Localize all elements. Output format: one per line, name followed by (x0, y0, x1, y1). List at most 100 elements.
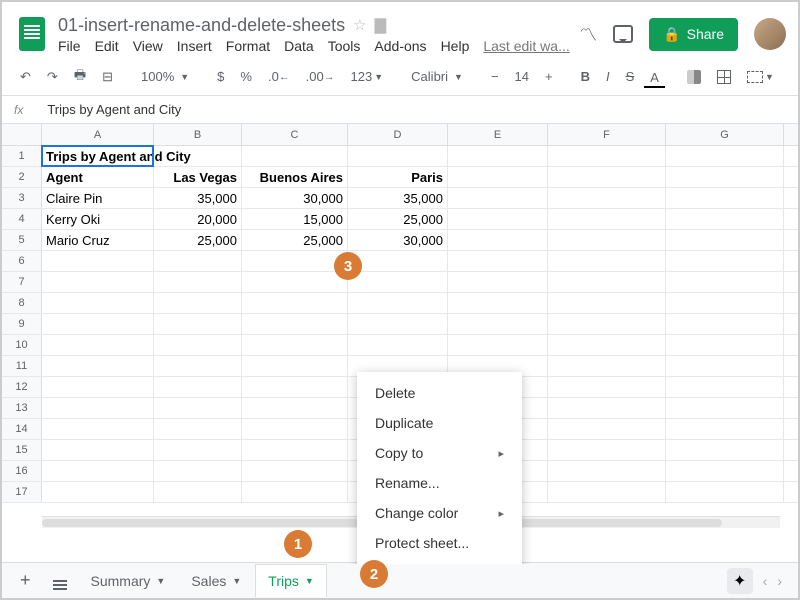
cell[interactable] (548, 377, 666, 397)
cell[interactable] (448, 146, 548, 166)
cell[interactable]: Paris (348, 167, 448, 187)
paint-format-button[interactable]: ⊟ (96, 65, 119, 89)
add-sheet-button[interactable]: + (10, 564, 41, 597)
menu-insert[interactable]: Insert (177, 38, 212, 54)
cell[interactable] (548, 209, 666, 229)
cell[interactable] (242, 146, 348, 166)
menu-addons[interactable]: Add-ons (374, 38, 426, 54)
menu-help[interactable]: Help (441, 38, 470, 54)
cell[interactable] (242, 251, 348, 271)
cell[interactable] (448, 335, 548, 355)
row-header[interactable]: 8 (2, 293, 42, 313)
cell[interactable]: Mario Cruz (42, 230, 154, 250)
font-size-decrease[interactable]: − (485, 65, 505, 88)
number-format-select[interactable]: 123▼ (345, 65, 390, 88)
sheet-tab-sales[interactable]: Sales▼ (179, 565, 253, 597)
row-header[interactable]: 5 (2, 230, 42, 250)
col-header-b[interactable]: B (154, 124, 242, 145)
document-title[interactable]: 01-insert-rename-and-delete-sheets (58, 15, 345, 36)
cell[interactable] (42, 272, 154, 292)
formula-input[interactable]: Trips by Agent and City (47, 102, 181, 117)
cell[interactable] (348, 272, 448, 292)
cell[interactable] (242, 482, 348, 502)
cell[interactable] (448, 251, 548, 271)
cell[interactable] (42, 335, 154, 355)
menu-copy-to[interactable]: Copy to (357, 438, 522, 468)
cell[interactable] (348, 293, 448, 313)
cell[interactable] (348, 146, 448, 166)
cell[interactable] (42, 314, 154, 334)
merge-cells-button[interactable]: ▼ (741, 67, 780, 87)
cell[interactable] (242, 356, 348, 376)
share-button[interactable]: 🔒 Share (649, 18, 738, 51)
cell[interactable]: Las Vegas (154, 167, 242, 187)
undo-button[interactable]: ↶ (14, 65, 37, 89)
cell[interactable] (348, 314, 448, 334)
row-header[interactable]: 11 (2, 356, 42, 376)
cell[interactable] (548, 272, 666, 292)
bold-button[interactable]: B (575, 65, 596, 88)
row-header[interactable]: 3 (2, 188, 42, 208)
cell[interactable] (548, 398, 666, 418)
cell[interactable] (666, 398, 784, 418)
move-folder-icon[interactable]: ▇ (375, 16, 387, 34)
cell[interactable] (348, 335, 448, 355)
text-color-button[interactable]: A (644, 66, 665, 88)
cell[interactable] (42, 356, 154, 376)
cell[interactable] (448, 314, 548, 334)
menu-delete[interactable]: Delete (357, 378, 522, 408)
cell[interactable] (154, 461, 242, 481)
row-header[interactable]: 9 (2, 314, 42, 334)
cell[interactable] (666, 356, 784, 376)
cell[interactable] (154, 377, 242, 397)
cell[interactable] (666, 335, 784, 355)
cell[interactable]: 35,000 (348, 188, 448, 208)
cell[interactable] (548, 251, 666, 271)
menu-protect-sheet[interactable]: Protect sheet... (357, 528, 522, 558)
cell[interactable] (242, 335, 348, 355)
font-select[interactable]: Calibri▼ (405, 65, 469, 88)
cell[interactable] (666, 230, 784, 250)
tab-dropdown-icon[interactable]: ▼ (305, 576, 314, 586)
row-header[interactable]: 15 (2, 440, 42, 460)
cell[interactable]: 35,000 (154, 188, 242, 208)
cell[interactable] (666, 146, 784, 166)
cell[interactable] (448, 293, 548, 313)
italic-button[interactable]: I (600, 65, 616, 88)
cell[interactable]: 20,000 (154, 209, 242, 229)
menu-rename[interactable]: Rename... (357, 468, 522, 498)
cell[interactable] (154, 482, 242, 502)
cell[interactable]: Claire Pin (42, 188, 154, 208)
cell[interactable] (242, 440, 348, 460)
cell[interactable] (666, 167, 784, 187)
row-header[interactable]: 14 (2, 419, 42, 439)
cell[interactable] (448, 188, 548, 208)
cell[interactable]: 25,000 (348, 209, 448, 229)
menu-edit[interactable]: Edit (95, 38, 119, 54)
menu-format[interactable]: Format (226, 38, 270, 54)
cell[interactable] (666, 440, 784, 460)
explore-button[interactable]: ✦ (727, 568, 753, 594)
row-header[interactable]: 4 (2, 209, 42, 229)
cell[interactable] (448, 230, 548, 250)
currency-button[interactable]: $ (211, 65, 230, 88)
cell[interactable] (548, 146, 666, 166)
cell[interactable] (154, 356, 242, 376)
row-header[interactable]: 12 (2, 377, 42, 397)
tab-nav-right-icon[interactable]: › (777, 573, 782, 589)
increase-decimal-button[interactable]: .00→ (300, 65, 341, 88)
cell[interactable] (448, 167, 548, 187)
cell[interactable]: 30,000 (242, 188, 348, 208)
cell[interactable] (242, 419, 348, 439)
menu-view[interactable]: View (133, 38, 163, 54)
cell[interactable] (548, 356, 666, 376)
cell[interactable] (242, 377, 348, 397)
cell[interactable]: 25,000 (242, 230, 348, 250)
sheets-logo-icon[interactable] (14, 16, 50, 52)
cell[interactable]: 25,000 (154, 230, 242, 250)
cell[interactable] (154, 272, 242, 292)
cell[interactable] (154, 314, 242, 334)
cell[interactable] (242, 293, 348, 313)
cell[interactable] (42, 293, 154, 313)
menu-tools[interactable]: Tools (328, 38, 361, 54)
